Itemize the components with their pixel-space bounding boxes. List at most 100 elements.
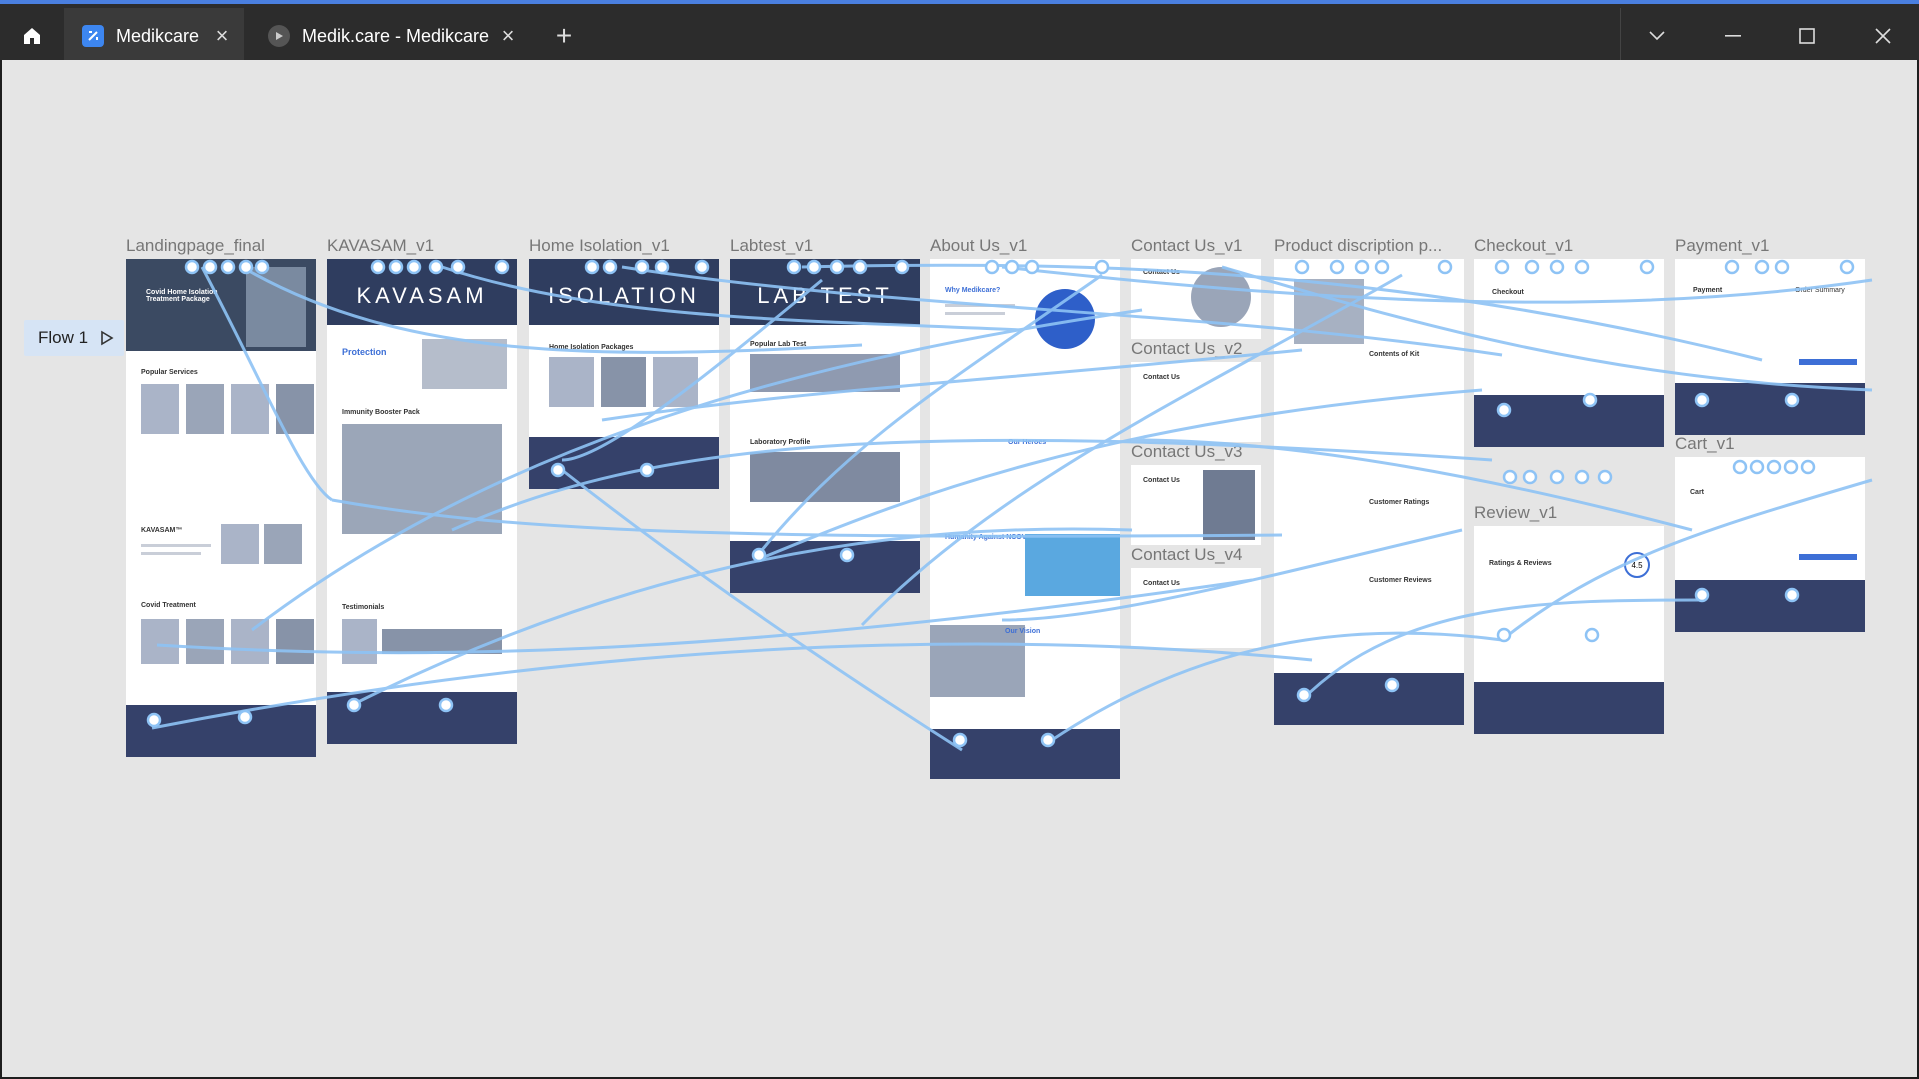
section-heading: Home Isolation Packages	[549, 344, 634, 351]
contact-image	[1203, 470, 1255, 540]
section-heading: Testimonials	[342, 604, 385, 611]
frame-title: Payment_v1	[1675, 236, 1770, 255]
frame-title: About Us_v1	[930, 236, 1028, 255]
frame-body: Contact Us	[1131, 259, 1261, 339]
section-heading: Customer Reviews	[1369, 577, 1432, 584]
frame-body: Covid Home Isolation Treatment Package P…	[126, 259, 316, 757]
package-image	[549, 357, 594, 407]
tab-label: Medikcare	[116, 25, 200, 46]
section-heading: Why Medikcare?	[945, 287, 1001, 294]
hero-banner: Covid Home Isolation Treatment Package	[126, 259, 316, 351]
text-line	[945, 312, 1005, 315]
package-image	[653, 357, 698, 407]
frame-body: Contact Us	[1131, 568, 1261, 648]
frame-body: Contact Us	[1131, 465, 1261, 545]
minimize-icon	[1725, 35, 1741, 37]
section-heading: Popular Lab Test	[750, 341, 807, 348]
section-heading: Customer Ratings	[1369, 499, 1430, 506]
frame-title: Cart_v1	[1675, 434, 1735, 453]
testimonial-strip	[382, 629, 502, 654]
frame-title: Review_v1	[1474, 503, 1558, 522]
footer	[1474, 682, 1664, 734]
minimize-button[interactable]	[1698, 8, 1768, 64]
footer	[1675, 580, 1865, 632]
section-heading: Payment	[1693, 287, 1723, 294]
product-image	[221, 524, 259, 564]
frame-body: Checkout	[1474, 259, 1664, 447]
section-heading: Humanity Against NCOVID	[945, 534, 1034, 541]
text-line	[945, 304, 1015, 307]
tab-label: Medik.care - Medikcare	[302, 25, 490, 46]
frame-title: Contact Us_v3	[1131, 442, 1243, 461]
frame-title: Contact Us_v2	[1131, 339, 1243, 358]
service-image	[276, 384, 314, 434]
maximize-icon	[1799, 28, 1815, 44]
design-canvas[interactable]: Flow 1 Landingpage_final Covid Home Isol…	[2, 60, 1917, 1077]
treatment-image	[186, 619, 224, 664]
section-heading: Our Vision	[1005, 628, 1041, 635]
treatment-image	[231, 619, 269, 664]
maximize-button[interactable]	[1772, 8, 1842, 64]
frame-body: Cart	[1675, 457, 1865, 632]
section-heading: Protection	[342, 347, 387, 357]
frame-title: Checkout_v1	[1474, 236, 1574, 255]
hero-banner: ISOLATION	[529, 259, 719, 325]
footer	[730, 541, 920, 593]
checkout-button	[1799, 554, 1857, 560]
service-image	[186, 384, 224, 434]
hero-heading: LAB TEST	[757, 283, 893, 308]
play-icon[interactable]	[100, 330, 114, 346]
service-image	[231, 384, 269, 434]
treatment-image	[141, 619, 179, 664]
frame-title: Contact Us_v1	[1131, 236, 1243, 255]
section-heading: Cart	[1690, 489, 1705, 496]
hero-banner: KAVASAM	[327, 259, 517, 325]
treatment-image	[276, 619, 314, 664]
close-tab-icon[interactable]: ×	[494, 22, 522, 50]
product-image	[1294, 279, 1364, 344]
divider	[1620, 8, 1621, 64]
tab-list-button[interactable]	[1622, 8, 1692, 64]
vaccine-image	[1025, 534, 1120, 596]
text-line	[141, 552, 201, 555]
frame-body: Payment Order Summary	[1675, 259, 1865, 435]
flow-label: Flow 1	[38, 328, 89, 347]
close-window-button[interactable]	[1848, 8, 1918, 64]
tab-prototype[interactable]: Medik.care - Medikcare ×	[250, 8, 530, 64]
browser-titlebar: Medikcare × Medik.care - Medikcare × +	[0, 0, 1919, 64]
section-heading: Ratings & Reviews	[1489, 560, 1552, 567]
frame-title: Home Isolation_v1	[529, 236, 670, 255]
close-icon	[1875, 28, 1891, 44]
section-heading: Contact Us	[1143, 374, 1180, 381]
frame-body: LAB TEST Popular Lab Test Laboratory Pro…	[730, 259, 920, 593]
footer	[327, 692, 517, 744]
product-image	[422, 339, 507, 389]
frame-title: Product discription p...	[1274, 236, 1443, 255]
section-heading: Contact Us	[1143, 269, 1180, 276]
hero-heading: ISOLATION	[548, 283, 700, 308]
frame-body: KAVASAM Protection Immunity Booster Pack…	[327, 259, 517, 744]
home-button[interactable]	[8, 12, 56, 60]
figma-file-icon	[82, 25, 104, 47]
close-tab-icon[interactable]: ×	[208, 22, 236, 50]
section-heading: Our Heroes	[1008, 439, 1047, 446]
tab-medikcare[interactable]: Medikcare ×	[64, 8, 244, 64]
package-image	[601, 357, 646, 407]
play-icon	[268, 25, 290, 47]
frame-body: Contents of Kit Customer Ratings Custome…	[1274, 259, 1464, 725]
section-heading: Contact Us	[1143, 477, 1180, 484]
section-heading: Checkout	[1492, 289, 1524, 296]
chevron-down-icon	[1649, 31, 1665, 41]
new-tab-button[interactable]: +	[546, 18, 582, 54]
flow-starting-point[interactable]: Flow 1	[24, 320, 124, 356]
frame-title: Contact Us_v4	[1131, 545, 1243, 564]
lab-test-grid	[750, 354, 900, 392]
footer	[1274, 673, 1464, 725]
hero-banner: LAB TEST	[730, 259, 920, 325]
testimonial-image	[342, 619, 377, 664]
section-heading: Popular Services	[141, 369, 198, 376]
frame-body: Contact Us	[1131, 362, 1261, 442]
lab-profile-grid	[750, 452, 900, 502]
home-icon	[24, 28, 40, 44]
footer	[529, 437, 719, 489]
